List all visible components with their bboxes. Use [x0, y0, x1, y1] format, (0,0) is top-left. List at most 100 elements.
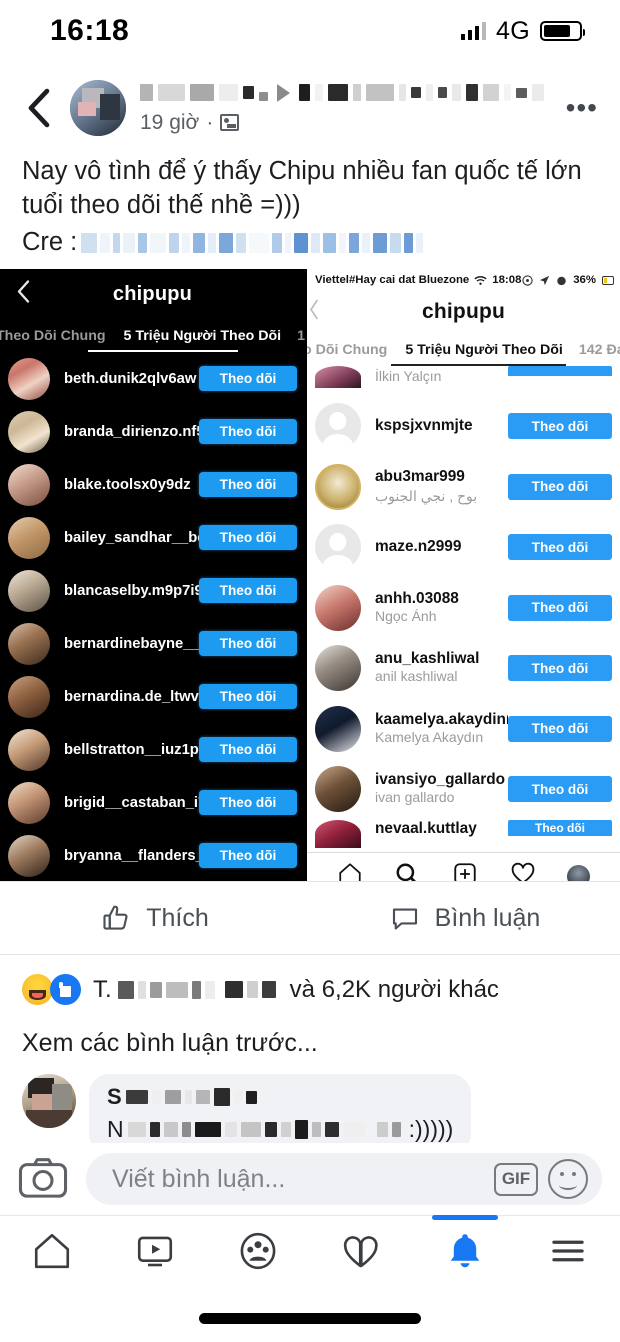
avatar[interactable] [8, 569, 50, 612]
follow-button[interactable]: Theo dõi [199, 472, 297, 497]
list-item[interactable]: abu3mar999 بوح , نجي الجنوب Theo dõi [307, 457, 620, 518]
more-options-button[interactable]: ••• [558, 93, 598, 121]
smiley-icon[interactable] [548, 1159, 588, 1199]
ig-username[interactable]: kaamelya.akaydinn [375, 711, 508, 729]
ig-username[interactable]: beth.dunik2qlv6aw [50, 371, 199, 387]
ig-username[interactable]: bellstratton__iuz1pw [50, 742, 199, 758]
ig-light-back-button[interactable] [309, 299, 319, 326]
avatar[interactable] [8, 357, 50, 400]
follow-button[interactable]: Theo dõi [508, 473, 612, 500]
list-item[interactable]: blake.toolsx0y9dz Theo dõi [0, 458, 305, 511]
add-post-icon[interactable] [452, 861, 478, 881]
ig-username[interactable]: ivansiyo_gallardo [375, 771, 508, 789]
follow-button[interactable]: Theo dõi [199, 684, 297, 709]
ig-light-user-list[interactable]: İlkin Yalçın kspsjxvnmjte Theo dõi abu3m… [307, 366, 620, 852]
follow-button[interactable]: Theo dõi [199, 578, 297, 603]
avatar[interactable] [8, 410, 50, 453]
ig-light-tab-1[interactable]: 5 Triệu Người Theo Dõi [405, 342, 563, 358]
post-action-bar[interactable]: Thích Bình luận [0, 881, 620, 955]
list-item[interactable]: ivansiyo_gallardo ivan gallardo Theo dõi [307, 759, 620, 820]
profile-icon[interactable] [567, 864, 591, 881]
list-item[interactable]: bailey_sandhar__bcnn... Theo dõi [0, 511, 305, 564]
author-avatar[interactable] [70, 80, 126, 136]
list-item[interactable]: anhh.03088 Ngọc Ánh Theo dõi [307, 578, 620, 639]
like-button[interactable]: Thích [0, 882, 310, 954]
follow-button[interactable]: Theo dõi [508, 534, 612, 561]
avatar[interactable] [8, 834, 50, 877]
avatar[interactable] [315, 403, 361, 450]
commenter-avatar[interactable] [22, 1074, 76, 1128]
nav-menu[interactable] [517, 1216, 620, 1272]
list-item[interactable]: branda_dirienzo.nf5yr... Theo dõi [0, 405, 305, 458]
list-item[interactable]: nevaal.kuttlay Theo dõi [307, 819, 620, 852]
list-item[interactable]: anu_kashliwal anil kashliwal Theo dõi [307, 638, 620, 699]
avatar[interactable] [315, 584, 361, 631]
follow-button[interactable]: Theo dõi [508, 594, 612, 621]
list-item[interactable]: bernardinebayne__fph... Theo dõi [0, 617, 305, 670]
follow-button[interactable]: Theo dõi [508, 655, 612, 682]
camera-button[interactable] [18, 1157, 70, 1201]
avatar[interactable] [8, 781, 50, 824]
ig-dark-back-button[interactable] [16, 280, 31, 309]
avatar[interactable] [8, 675, 50, 718]
follow-button[interactable]: Theo dõi [199, 419, 297, 444]
ig-dark-tab-1[interactable]: 5 Triệu Người Theo Dõi [124, 328, 282, 344]
view-previous-comments-link[interactable]: Xem các bình luận trước... [0, 1019, 620, 1070]
ig-username[interactable]: bernardinebayne__fph... [50, 636, 199, 652]
ig-username[interactable]: maze.n2999 [375, 538, 508, 556]
comment-composer[interactable]: Viết bình luận... GIF [0, 1143, 620, 1215]
list-item[interactable]: blancaselby.m9p7i9 Theo dõi [0, 564, 305, 617]
reactions-summary[interactable]: T. và 6,2K người khác [0, 955, 620, 1019]
nav-home[interactable] [0, 1216, 103, 1272]
follow-button[interactable]: Theo dõi [508, 776, 612, 803]
avatar[interactable] [8, 516, 50, 559]
back-button[interactable] [22, 88, 56, 128]
nav-watch[interactable] [103, 1216, 206, 1272]
ig-dark-tabs[interactable]: Theo Dõi Chung 5 Triệu Người Theo Dõi 14… [0, 319, 305, 352]
ig-username[interactable]: abu3mar999 [375, 468, 508, 486]
list-item[interactable]: kaamelya.akaydinn Kamelya Akaydın Theo d… [307, 699, 620, 760]
follow-button[interactable] [508, 366, 612, 376]
nav-dating[interactable] [310, 1216, 413, 1272]
ig-dark-user-list[interactable]: beth.dunik2qlv6aw Theo dõi branda_dirien… [0, 352, 305, 881]
ig-username[interactable]: blake.toolsx0y9dz [50, 477, 199, 493]
list-item[interactable]: bryanna__flanders__n... Theo dõi [0, 829, 305, 881]
ig-username[interactable]: nevaal.kuttlay [375, 820, 508, 838]
avatar[interactable] [315, 766, 361, 813]
post-attached-screenshots[interactable]: chipupu Theo Dõi Chung 5 Triệu Người The… [0, 269, 620, 881]
ig-light-tab-0[interactable]: o Dõi Chung [307, 342, 387, 358]
list-item[interactable]: kspsjxvnmjte Theo dõi [307, 396, 620, 457]
ig-username[interactable]: branda_dirienzo.nf5yr... [50, 424, 199, 440]
heart-icon[interactable] [510, 861, 536, 881]
facebook-bottom-nav[interactable] [0, 1214, 620, 1342]
search-icon[interactable] [394, 861, 420, 881]
list-item[interactable]: beth.dunik2qlv6aw Theo dõi [0, 352, 305, 405]
ig-dark-tab-0[interactable]: Theo Dõi Chung [0, 328, 106, 344]
avatar[interactable] [315, 366, 361, 388]
follow-button[interactable]: Theo dõi [199, 525, 297, 550]
avatar[interactable] [8, 622, 50, 665]
ig-username[interactable]: bryanna__flanders__n... [50, 848, 199, 864]
comment-button[interactable]: Bình luận [310, 882, 620, 954]
ig-username[interactable]: anu_kashliwal [375, 650, 508, 668]
ig-username[interactable]: brigid__castaban_i72g... [50, 795, 199, 811]
home-icon[interactable] [337, 861, 363, 881]
list-item[interactable]: maze.n2999 Theo dõi [307, 517, 620, 578]
instagram-dark-screenshot[interactable]: chipupu Theo Dõi Chung 5 Triệu Người The… [0, 269, 305, 881]
instagram-light-screenshot[interactable]: Viettel#Hay cai dat Bluezone 18:08 36% c… [305, 269, 620, 881]
list-item[interactable]: İlkin Yalçın [307, 366, 620, 396]
ig-username[interactable]: bailey_sandhar__bcnn... [50, 530, 199, 546]
avatar[interactable] [8, 463, 50, 506]
comment-input[interactable]: Viết bình luận... GIF [86, 1153, 602, 1205]
ig-username[interactable]: bernardina.de_ltwv87 [50, 689, 199, 705]
list-item[interactable]: bellstratton__iuz1pw Theo dõi [0, 723, 305, 776]
avatar[interactable] [315, 819, 361, 848]
avatar[interactable] [315, 524, 361, 571]
ig-username[interactable]: blancaselby.m9p7i9 [50, 583, 199, 599]
follow-button[interactable]: Theo dõi [199, 790, 297, 815]
ig-light-tab-2[interactable]: 142 Đang Th [579, 342, 620, 358]
follow-button[interactable]: Theo dõi [199, 366, 297, 391]
follow-button[interactable]: Theo dõi [508, 413, 612, 440]
ig-light-bottom-nav[interactable] [307, 851, 620, 881]
follow-button[interactable]: Theo dõi [508, 819, 612, 836]
